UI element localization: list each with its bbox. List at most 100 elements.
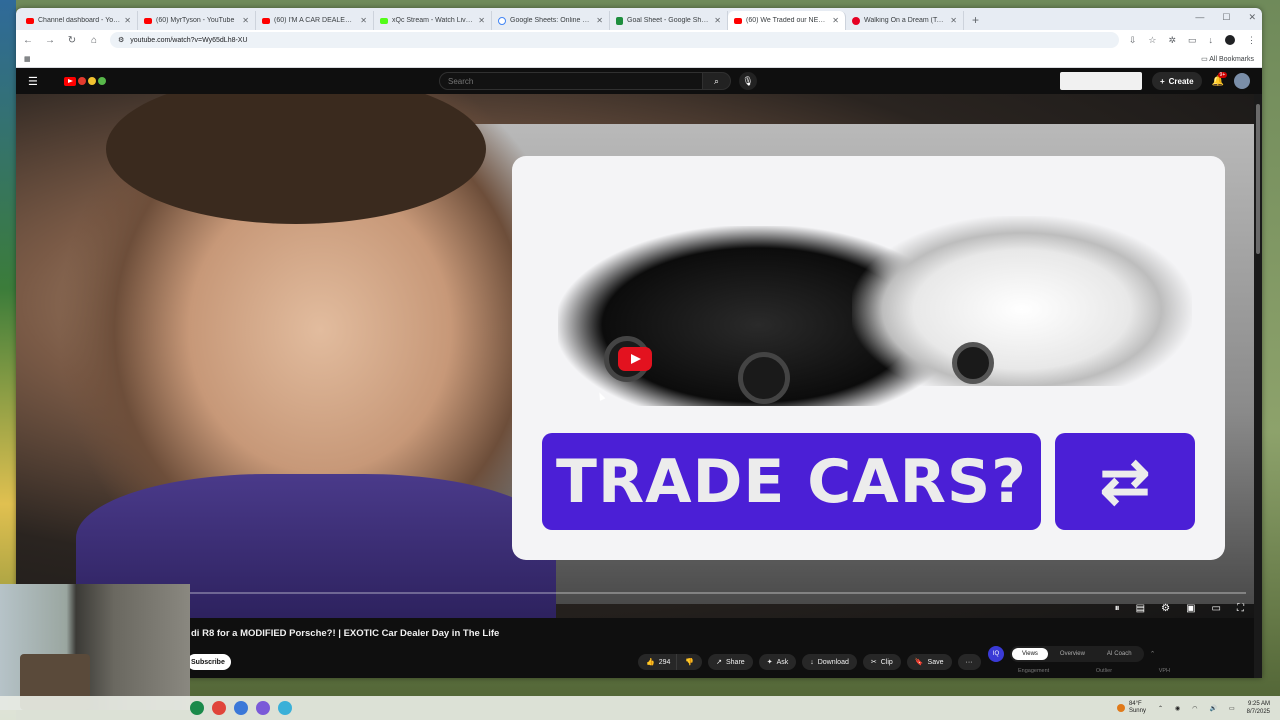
captions-icon[interactable]: ▤ <box>1136 603 1145 614</box>
sidebar-icon[interactable]: ▭ <box>1188 35 1197 46</box>
video-player[interactable]: TRADE CARS? ⇄ ⏸ ▤ ⚙ ▣ ▭ ⛶ <box>16 94 1254 618</box>
tab-title: (60) We Traded our NEW Audi... <box>746 17 828 24</box>
autoplay-toggle-icon[interactable]: ⏸ <box>1115 603 1120 614</box>
all-bookmarks[interactable]: ▭ All Bookmarks <box>1201 55 1254 63</box>
scrollbar-thumb[interactable] <box>1256 104 1260 254</box>
bookmark-star-icon[interactable]: ☆ <box>1148 35 1156 46</box>
download-button[interactable]: ↓ Download <box>802 654 857 670</box>
wifi-icon[interactable]: ◠ <box>1192 705 1197 712</box>
tab-title: Channel dashboard - YouTube <box>38 17 120 24</box>
time-text: 9:25 AM <box>1247 701 1270 707</box>
play-button-icon[interactable] <box>618 347 652 371</box>
chevron-up-icon[interactable]: ⌃ <box>1158 705 1163 712</box>
menu-icon[interactable]: ⋮ <box>1247 35 1256 46</box>
downloads-icon[interactable]: ↓ <box>1209 35 1214 45</box>
back-icon[interactable]: ← <box>22 35 34 46</box>
hamburger-menu-icon[interactable]: ☰ <box>28 75 48 88</box>
close-icon[interactable]: ✕ <box>124 16 131 25</box>
notifications-bell-icon[interactable]: 🔔 9+ <box>1212 71 1228 87</box>
ask-button[interactable]: ✦ Ask <box>758 654 797 670</box>
clock[interactable]: 9:25 AM 8/7/2025 <box>1247 700 1270 716</box>
scissors-icon: ✂ <box>870 659 877 666</box>
volume-icon[interactable]: 🔊 <box>1209 705 1216 712</box>
miniplayer-icon[interactable]: ▣ <box>1186 603 1195 614</box>
tab-traded-audi[interactable]: (60) We Traded our NEW Audi... ✕ <box>728 11 846 30</box>
youtube-logo[interactable] <box>64 76 106 86</box>
taskbar-pinned-apps <box>190 701 292 715</box>
close-icon[interactable]: ✕ <box>832 16 839 25</box>
weather-widget[interactable]: 84°F Sunny <box>1116 701 1146 715</box>
settings-gear-icon[interactable]: ⚙ <box>1161 603 1170 614</box>
chrome-icon[interactable] <box>212 701 226 715</box>
maximize-icon[interactable]: ☐ <box>1222 12 1230 23</box>
battery-icon[interactable]: ▭ <box>1229 705 1235 712</box>
vidiq-tabs: Views Overview AI Coach <box>1010 646 1144 662</box>
tab-myrtyson[interactable]: (60) MyrTyson - YouTube ✕ <box>138 11 256 30</box>
app-icon[interactable] <box>190 701 204 715</box>
tab-car-dealer[interactable]: (60) I'M A CAR DEALER - This is... ✕ <box>256 11 374 30</box>
search-bar: ⌕ 🎙 <box>439 72 757 90</box>
reload-icon[interactable]: ↻ <box>66 35 78 46</box>
forward-icon[interactable]: → <box>44 35 56 46</box>
theater-mode-icon[interactable]: ▭ <box>1212 603 1221 614</box>
close-window-icon[interactable]: ✕ <box>1248 12 1256 23</box>
vidiq-tab-ai-coach[interactable]: AI Coach <box>1097 648 1142 660</box>
close-icon[interactable]: ✕ <box>714 16 721 25</box>
close-icon[interactable]: ✕ <box>596 16 603 25</box>
minimize-icon[interactable]: — <box>1195 12 1204 23</box>
home-icon[interactable]: ⌂ <box>88 35 100 46</box>
share-button[interactable]: ↗ Share <box>708 654 753 670</box>
close-icon[interactable]: ✕ <box>478 16 485 25</box>
account-avatar[interactable] <box>1234 73 1250 89</box>
fullscreen-icon[interactable]: ⛶ <box>1237 603 1244 614</box>
url-text: youtube.com/watch?v=Wy65dLh8-XU <box>130 36 248 44</box>
close-icon[interactable]: ✕ <box>360 16 367 25</box>
chrome-icon[interactable] <box>256 701 270 715</box>
voice-search-icon[interactable]: 🎙 <box>739 72 757 90</box>
address-toolbar: ← → ↻ ⌂ ⚙ youtube.com/watch?v=Wy65dLh8-X… <box>16 30 1262 50</box>
address-bar[interactable]: ⚙ youtube.com/watch?v=Wy65dLh8-XU <box>110 32 1119 48</box>
tab-channel-dashboard[interactable]: Channel dashboard - YouTube ✕ <box>20 11 138 30</box>
chrome-icon[interactable] <box>278 701 292 715</box>
clip-button[interactable]: ✂ Clip <box>862 654 901 670</box>
like-button[interactable]: 👍 294 <box>638 654 677 670</box>
progress-bar[interactable] <box>186 592 1246 594</box>
new-tab-button[interactable]: + <box>964 11 987 30</box>
chrome-icon[interactable] <box>234 701 248 715</box>
vidiq-tab-overview[interactable]: Overview <box>1050 648 1095 660</box>
weather-text: Sunny <box>1128 708 1146 714</box>
chevron-up-icon[interactable]: ⌃ <box>1150 650 1156 658</box>
subscribe-label: Subscribe <box>191 658 225 666</box>
extensions-icon[interactable]: ✲ <box>1168 35 1176 46</box>
close-icon[interactable]: ✕ <box>950 16 957 25</box>
more-icon: ··· <box>965 658 973 666</box>
tab-xqc-stream[interactable]: xQc Stream - Watch Live on... ✕ <box>374 11 492 30</box>
profile-avatar[interactable] <box>1225 35 1235 45</box>
dislike-button[interactable]: 👎 <box>676 654 703 670</box>
folder-icon: ▭ <box>1201 55 1208 63</box>
more-actions-button[interactable]: ··· <box>957 654 981 670</box>
vidiq-logo-icon[interactable]: IQ <box>988 646 1004 662</box>
close-icon[interactable]: ✕ <box>242 16 249 25</box>
save-button[interactable]: 🔖 Save <box>906 654 952 670</box>
site-info-icon[interactable]: ⚙ <box>118 36 124 44</box>
subscribe-button[interactable]: Subscribe <box>187 654 231 670</box>
tab-goal-sheet[interactable]: Goal Sheet - Google Sheets ✕ <box>610 11 728 30</box>
apps-grid-icon[interactable]: ▦ <box>24 55 31 63</box>
vidiq-tab-views[interactable]: Views <box>1012 648 1048 660</box>
install-icon[interactable]: ⇩ <box>1129 35 1137 46</box>
tab-walking-on-a-dream[interactable]: Walking On a Dream (Tech... ✕ <box>846 11 964 30</box>
youtube-masthead: ☰ ⌕ 🎙 + Create 🔔 9+ <box>16 68 1262 94</box>
system-tray: 84°F Sunny ⌃ ◉ ◠ 🔊 ▭ 9:25 AM 8/7/2025 <box>1116 700 1270 716</box>
page-scrollbar[interactable] <box>1254 94 1262 678</box>
search-button[interactable]: ⌕ <box>703 72 731 90</box>
download-label: Download <box>817 658 849 666</box>
tab-google-sheets[interactable]: Google Sheets: Online Spreadsh... ✕ <box>492 11 610 30</box>
video-info-panel: di R8 for a MODIFIED Porsche?! | EXOTIC … <box>16 618 1254 678</box>
search-input[interactable] <box>439 72 703 90</box>
vidiq-label-vph: VPH <box>1158 668 1170 674</box>
create-button[interactable]: + Create <box>1151 72 1202 90</box>
extension-widget[interactable] <box>1059 72 1142 90</box>
network-icon[interactable]: ◉ <box>1175 705 1180 712</box>
kick-icon <box>380 17 388 24</box>
